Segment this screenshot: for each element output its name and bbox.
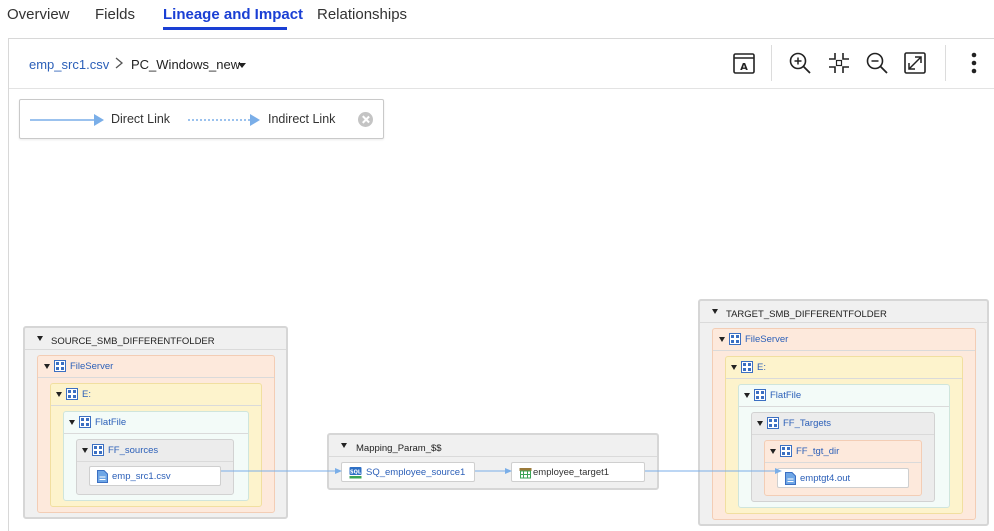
svg-text:SQL: SQL [350, 469, 362, 475]
source-drive-header: E: [51, 384, 261, 406]
close-icon[interactable] [358, 112, 373, 127]
target-folder-header: TARGET_SMB_DIFFERENTFOLDER [700, 301, 987, 323]
lineage-page: Overview Fields Lineage and Impact Relat… [0, 0, 994, 531]
zoom-in-icon[interactable] [787, 50, 813, 76]
target-drive-group: E: FlatFile FF_Targets FF_tgt_dir emptgt… [725, 356, 963, 514]
source-container-label[interactable]: FF_sources [108, 445, 158, 456]
target-server-header: FileServer [713, 329, 975, 351]
collapse-triangle-icon[interactable] [56, 392, 62, 397]
legend-direct-label: Direct Link [111, 112, 171, 126]
group-grid-icon [767, 417, 779, 429]
group-grid-icon [729, 333, 741, 345]
target-type-group: FlatFile FF_Targets FF_tgt_dir emptgt4.o… [738, 384, 950, 508]
target-type-header: FlatFile [739, 385, 949, 407]
source-folder-group: SOURCE_SMB_DIFFERENTFOLDER FileServer E: [23, 326, 288, 519]
target-file-label: emptgt4.out [800, 473, 851, 484]
target-server-label[interactable]: FileServer [745, 334, 788, 345]
collapse-triangle-icon[interactable] [341, 443, 347, 448]
collapse-triangle-icon[interactable] [719, 337, 725, 342]
source-drive-label[interactable]: E: [82, 389, 91, 400]
source-file-node[interactable]: emp_src1.csv [89, 466, 221, 486]
target-table-icon [519, 468, 532, 479]
collapse-triangle-icon[interactable] [731, 365, 737, 370]
target-dir-header: FF_tgt_dir [765, 441, 921, 463]
collapse-triangle-icon[interactable] [37, 336, 43, 341]
chevron-right-icon [115, 57, 124, 69]
target-type-label[interactable]: FlatFile [770, 390, 801, 401]
source-drive-group: E: FlatFile FF_sources emp_src1.csv [50, 383, 262, 507]
toolbar-divider [771, 45, 772, 81]
more-vertical-icon[interactable] [961, 50, 987, 76]
group-grid-icon [780, 445, 792, 457]
group-grid-icon [741, 361, 753, 373]
source-folder-header: SOURCE_SMB_DIFFERENTFOLDER [25, 328, 286, 350]
collapse-triangle-icon[interactable] [69, 420, 75, 425]
source-file-label: emp_src1.csv [112, 471, 171, 482]
sql-icon: SQL [349, 467, 362, 479]
chevron-down-icon[interactable] [238, 63, 246, 68]
canvas-toolbar: emp_src1.csv PC_Windows_new A [9, 39, 994, 89]
collapse-triangle-icon[interactable] [44, 364, 50, 369]
group-grid-icon [54, 360, 66, 372]
group-grid-icon [754, 389, 766, 401]
mapping-group: Mapping_Param_$$ SQL SQ_employee_source1… [327, 433, 659, 490]
source-type-header: FlatFile [64, 412, 248, 434]
tab-overview[interactable]: Overview [7, 6, 70, 23]
breadcrumb-current: PC_Windows_new [131, 57, 241, 72]
file-icon [785, 472, 796, 485]
collapse-triangle-icon[interactable] [712, 309, 718, 314]
mapping-target-node[interactable]: employee_target1 [511, 462, 645, 482]
legend-indirect-label: Indirect Link [268, 112, 336, 126]
tab-relationships[interactable]: Relationships [317, 6, 407, 23]
group-grid-icon [66, 388, 78, 400]
link-legend: Direct Link Indirect Link [19, 99, 384, 139]
active-tab-indicator [163, 27, 287, 30]
svg-text:A: A [740, 62, 748, 73]
toolbar-divider [945, 45, 946, 81]
indirect-link-arrow-icon [188, 114, 260, 126]
source-container-group: FF_sources emp_src1.csv [76, 439, 234, 495]
mapping-header: Mapping_Param_$$ [329, 435, 657, 457]
source-qualifier-node[interactable]: SQL SQ_employee_source1 [341, 462, 475, 482]
target-folder-label: TARGET_SMB_DIFFERENTFOLDER [726, 309, 887, 320]
source-server-header: FileServer [38, 356, 274, 378]
target-drive-label[interactable]: E: [757, 362, 766, 373]
target-container-header: FF_Targets [752, 413, 934, 435]
mapping-target-label: employee_target1 [533, 467, 610, 478]
source-server-label[interactable]: FileServer [70, 361, 113, 372]
fullscreen-icon[interactable] [902, 50, 928, 76]
fit-to-screen-icon[interactable] [826, 50, 852, 76]
source-server-group: FileServer E: FlatFile FF_sources emp_sr… [37, 355, 275, 513]
group-grid-icon [79, 416, 91, 428]
target-container-label[interactable]: FF_Targets [783, 418, 831, 429]
breadcrumb-source-link[interactable]: emp_src1.csv [29, 57, 109, 72]
source-type-label[interactable]: FlatFile [95, 417, 126, 428]
tab-lineage-and-impact[interactable]: Lineage and Impact [163, 6, 303, 23]
target-server-group: FileServer E: FlatFile FF_Targets FF_tgt… [712, 328, 976, 520]
source-folder-label: SOURCE_SMB_DIFFERENTFOLDER [51, 336, 215, 347]
source-qualifier-label: SQ_employee_source1 [366, 467, 466, 478]
tab-fields[interactable]: Fields [95, 6, 135, 23]
direct-link-arrow-icon [30, 114, 104, 126]
group-grid-icon [92, 444, 104, 456]
zoom-out-icon[interactable] [864, 50, 890, 76]
tab-bar: Overview Fields Lineage and Impact Relat… [0, 0, 994, 38]
target-file-node[interactable]: emptgt4.out [777, 468, 909, 488]
file-icon [97, 470, 108, 483]
text-label-icon[interactable]: A [731, 50, 757, 76]
collapse-triangle-icon[interactable] [757, 421, 763, 426]
mapping-label: Mapping_Param_$$ [356, 443, 442, 454]
target-container-group: FF_Targets FF_tgt_dir emptgt4.out [751, 412, 935, 502]
target-dir-label[interactable]: FF_tgt_dir [796, 446, 839, 457]
source-type-group: FlatFile FF_sources emp_src1.csv [63, 411, 249, 501]
source-container-header: FF_sources [77, 440, 233, 462]
lineage-canvas[interactable]: emp_src1.csv PC_Windows_new A Direct Lin… [8, 38, 994, 531]
target-folder-group: TARGET_SMB_DIFFERENTFOLDER FileServer E: [698, 299, 989, 526]
target-drive-header: E: [726, 357, 962, 379]
collapse-triangle-icon[interactable] [82, 448, 88, 453]
collapse-triangle-icon[interactable] [770, 449, 776, 454]
collapse-triangle-icon[interactable] [744, 393, 750, 398]
target-dir-group: FF_tgt_dir emptgt4.out [764, 440, 922, 496]
